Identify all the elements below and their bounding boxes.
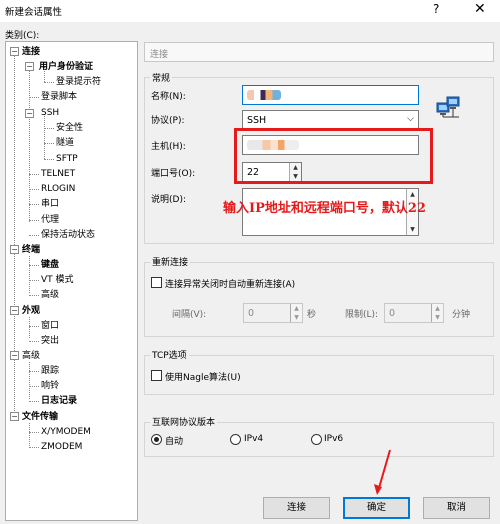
tree-item-xymodem[interactable]: X/YMODEM	[41, 426, 91, 438]
network-computers-icon	[436, 96, 460, 118]
limit-value: 0	[389, 308, 396, 319]
title-bar: 新建会话属性 ? ✕	[0, 0, 500, 22]
interval-up-icon[interactable]: ▲	[291, 304, 302, 313]
tree-item-keepalive[interactable]: 保持活动状态	[41, 229, 95, 241]
interval-stepper[interactable]: 0 ▲ ▼	[243, 303, 303, 323]
tree-item-logging[interactable]: 日志记录	[41, 395, 77, 407]
general-group-title: 常规	[150, 71, 173, 84]
annotation-arrow-icon	[374, 449, 391, 495]
help-icon[interactable]: ?	[433, 2, 439, 16]
tree-item-connection[interactable]: 连接	[22, 46, 40, 58]
tree-item-vt-mode[interactable]: VT 模式	[41, 274, 74, 286]
ok-button[interactable]: 确定	[343, 497, 410, 519]
panel-header: 连接	[144, 42, 494, 62]
tree-item-bell[interactable]: 响铃	[41, 380, 59, 392]
tree-item-telnet[interactable]: TELNET	[41, 168, 75, 180]
ipv4-radio[interactable]	[230, 434, 241, 445]
tree-item-appearance[interactable]: 外观	[22, 305, 40, 317]
nagle-checkbox[interactable]	[151, 370, 162, 381]
expand-connection-icon[interactable]: −	[10, 47, 19, 56]
tree-item-proxy[interactable]: 代理	[41, 214, 59, 226]
reconnect-group-title: 重新连接	[150, 255, 191, 268]
tree-item-tunnel[interactable]: 隧道	[56, 137, 74, 149]
tree-item-terminal[interactable]: 终端	[22, 244, 40, 256]
category-tree[interactable]: − − − − − − − 连接 用户身份验证 登录提示符 登录脚本 SSH 安…	[5, 41, 138, 521]
limit-label: 限制(L):	[345, 310, 379, 320]
limit-up-icon[interactable]: ▲	[432, 304, 443, 313]
tree-item-file-transfer[interactable]: 文件传输	[22, 411, 58, 423]
limit-stepper[interactable]: 0 ▲ ▼	[384, 303, 444, 323]
interval-label: 间隔(V):	[172, 310, 207, 320]
expand-appearance-icon[interactable]: −	[10, 306, 19, 315]
ip-version-group-title: 互联网协议版本	[150, 415, 218, 428]
tree-item-advanced[interactable]: 高级	[22, 350, 40, 362]
auto-reconnect-checkbox[interactable]	[151, 277, 162, 288]
name-label: 名称(N):	[151, 92, 186, 102]
nagle-label: 使用Nagle算法(U)	[165, 373, 241, 383]
auto-reconnect-label: 连接异常关闭时自动重新连接(A)	[165, 280, 296, 290]
name-input[interactable]	[242, 85, 419, 105]
ipv6-radio[interactable]	[311, 434, 322, 445]
host-label: 主机(H):	[151, 142, 186, 152]
tree-item-ssh[interactable]: SSH	[41, 107, 59, 119]
ip-auto-label: 自动	[165, 437, 184, 447]
interval-unit: 秒	[307, 310, 317, 320]
expand-file-transfer-icon[interactable]: −	[10, 412, 19, 421]
annotation-highlight-box	[234, 128, 433, 184]
protocol-select[interactable]: SSH ⌵	[242, 110, 419, 130]
ipv4-label: IPv4	[244, 434, 264, 444]
ipv6-label: IPv6	[324, 434, 344, 444]
window-title: 新建会话属性	[5, 7, 63, 18]
expand-advanced-icon[interactable]: −	[10, 351, 19, 360]
tree-item-sftp[interactable]: SFTP	[56, 153, 78, 165]
protocol-value: SSH	[247, 115, 267, 126]
category-label: 类别(C):	[5, 31, 40, 41]
interval-value: 0	[248, 308, 255, 319]
tree-item-security[interactable]: 安全性	[56, 122, 83, 134]
tree-item-serial[interactable]: 串口	[41, 198, 59, 210]
expand-ssh-icon[interactable]: −	[25, 109, 34, 118]
interval-down-icon[interactable]: ▼	[291, 313, 302, 322]
reconnect-group	[144, 262, 494, 337]
expand-terminal-icon[interactable]: −	[10, 245, 19, 254]
description-label: 说明(D):	[151, 195, 186, 205]
annotation-text: 输入IP地址和远程端口号，默认22	[223, 201, 426, 216]
tcp-group-title: TCP选项	[150, 348, 189, 361]
tree-item-keyboard[interactable]: 键盘	[41, 259, 59, 271]
protocol-label: 协议(P):	[151, 116, 185, 126]
tree-item-rlogin[interactable]: RLOGIN	[41, 183, 75, 195]
tree-item-login-prompt[interactable]: 登录提示符	[56, 76, 101, 88]
expand-auth-icon[interactable]: −	[25, 62, 34, 71]
cancel-button[interactable]: 取消	[423, 497, 490, 519]
chevron-down-icon: ⌵	[407, 114, 414, 124]
tree-item-auth[interactable]: 用户身份验证	[39, 61, 93, 73]
tree-item-window[interactable]: 窗口	[41, 320, 59, 332]
tree-item-terminal-advanced[interactable]: 高级	[41, 289, 59, 301]
close-icon[interactable]: ✕	[474, 1, 486, 17]
description-scroll-down-icon[interactable]: ▼	[407, 225, 418, 234]
connect-button[interactable]: 连接	[263, 497, 330, 519]
port-label: 端口号(O):	[151, 169, 196, 179]
limit-unit: 分钟	[452, 310, 471, 320]
tree-item-highlight[interactable]: 突出	[41, 335, 59, 347]
tree-item-trace[interactable]: 跟踪	[41, 365, 59, 377]
tree-item-zmodem[interactable]: ZMODEM	[41, 441, 82, 453]
tree-item-login-script[interactable]: 登录脚本	[41, 91, 77, 103]
limit-down-icon[interactable]: ▼	[432, 313, 443, 322]
ip-auto-radio[interactable]	[151, 434, 162, 445]
